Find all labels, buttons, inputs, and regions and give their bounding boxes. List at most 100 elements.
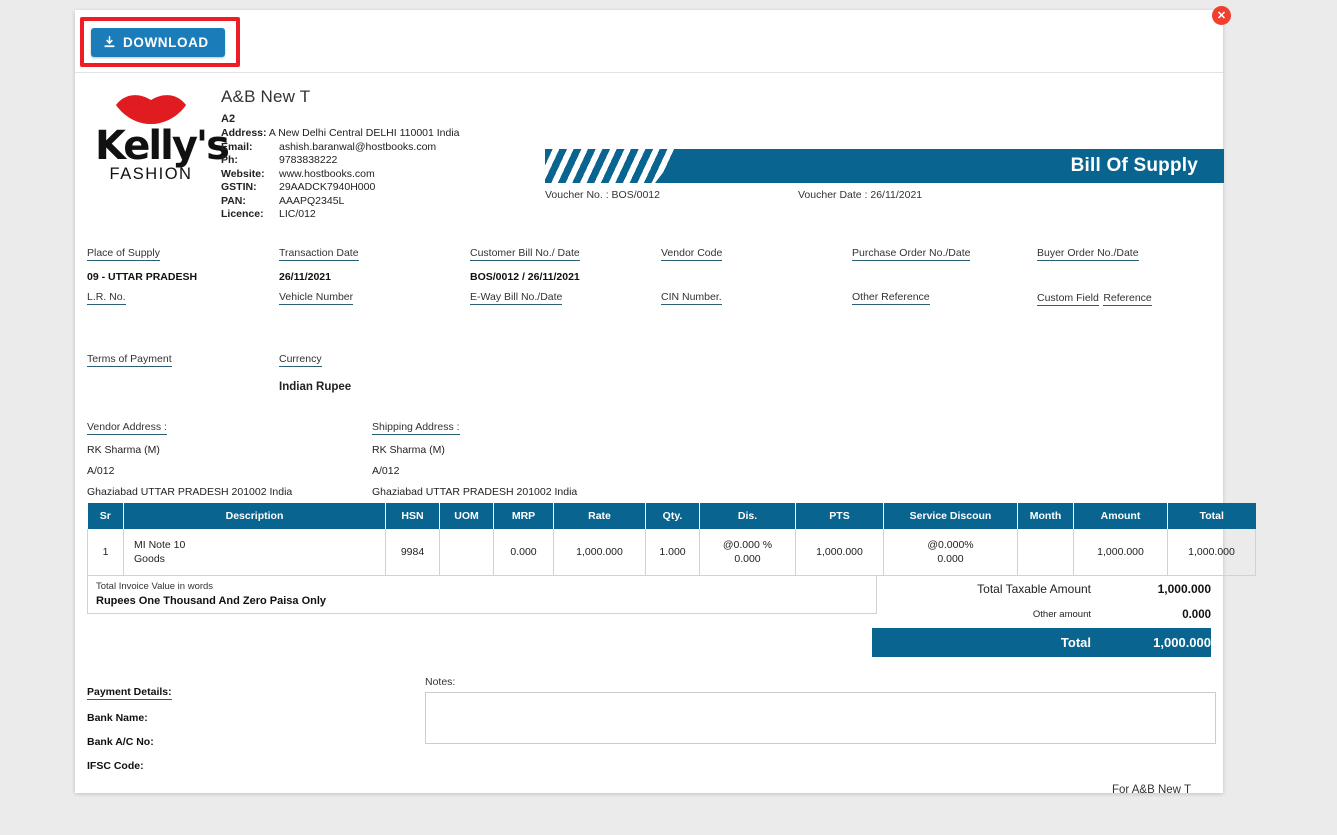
purchase-order-label: Purchase Order No./Date bbox=[852, 247, 971, 262]
field-group-buyer-order: Buyer Order No./Date Custom Field Refere… bbox=[1037, 243, 1152, 307]
other-reference-label: Other Reference bbox=[852, 291, 930, 306]
cell-description-line-1: MI Note 10 bbox=[134, 539, 186, 552]
cell-service-discount-amt: 0.000 bbox=[937, 553, 964, 566]
logo-subname: FASHION bbox=[109, 165, 193, 183]
totals-section: Total Invoice Value in words Rupees One … bbox=[87, 575, 1211, 668]
vendor-code-value bbox=[661, 271, 722, 283]
customer-bill-label: Customer Bill No./ Date bbox=[470, 247, 580, 262]
terms-of-payment-label: Terms of Payment bbox=[87, 353, 172, 368]
customer-bill-value: BOS/0012 / 26/11/2021 bbox=[470, 271, 580, 284]
lr-no-label: L.R. No. bbox=[87, 291, 126, 306]
company-field-pan: PAN: AAAPQ2345L bbox=[221, 195, 543, 208]
company-field-phone-label: Ph: bbox=[221, 154, 238, 167]
voucher-info: Voucher No. : BOS/0012 Voucher Date : 26… bbox=[545, 189, 1224, 201]
vendor-address-line-3: Ghaziabad UTTAR PRADESH 201002 India bbox=[87, 486, 293, 499]
custom-field-label: Custom Field bbox=[1037, 292, 1099, 307]
grand-total-row: Total 1,000.000 bbox=[872, 627, 1211, 657]
purchase-order-value bbox=[852, 271, 970, 283]
other-amount-value: 0.000 bbox=[1182, 608, 1211, 621]
voucher-date: Voucher Date : 26/11/2021 bbox=[798, 189, 923, 201]
cell-discount-pct: @0.000 % bbox=[722, 539, 773, 552]
other-amount-row: Other amount 0.000 bbox=[872, 602, 1211, 628]
cell-uom bbox=[439, 529, 494, 576]
currency-value: Indian Rupee bbox=[279, 381, 352, 394]
transaction-date-value: 26/11/2021 bbox=[279, 271, 331, 284]
field-group-transaction-date: Transaction Date 26/11/2021 Vehicle Numb… bbox=[279, 243, 359, 306]
company-field-gstin: GSTIN: 29AADCK7940H000 bbox=[221, 181, 543, 194]
field-group-vendor-code: Vendor Code CIN Number. bbox=[661, 243, 723, 306]
eway-bill-label: E-Way Bill No./Date bbox=[470, 291, 563, 306]
col-qty: Qty. bbox=[645, 503, 700, 530]
payment-details-title: Payment Details: bbox=[87, 685, 172, 700]
reference-label: Reference bbox=[1103, 292, 1152, 307]
col-uom: UOM bbox=[439, 503, 494, 530]
col-total: Total bbox=[1167, 503, 1256, 530]
amount-in-words-box: Total Invoice Value in words Rupees One … bbox=[87, 575, 877, 614]
cell-month bbox=[1017, 529, 1074, 576]
table-row: 1 MI Note 10 Goods 9984 0.000 1,000.000 … bbox=[87, 529, 1256, 576]
cell-mrp: 0.000 bbox=[493, 529, 554, 576]
company-field-website: Website: www.hostbooks.com bbox=[221, 168, 543, 181]
company-field-gstin-value: 29AADCK7940H000 bbox=[279, 181, 376, 194]
table-header-row: Sr Description HSN UOM MRP Rate Qty. Dis… bbox=[87, 503, 1256, 530]
col-description: Description bbox=[123, 503, 386, 530]
col-pts: PTS bbox=[795, 503, 884, 530]
grand-total-value: 1,000.000 bbox=[1153, 634, 1211, 650]
transaction-date-label: Transaction Date bbox=[279, 247, 359, 262]
company-name: A&B New T bbox=[221, 87, 311, 106]
company-field-licence: Licence: LIC/012 bbox=[221, 208, 543, 221]
company-logo: Kelly's FASHION bbox=[87, 87, 230, 221]
shipping-address-block: Shipping Address : RK Sharma (M) A/012 G… bbox=[372, 417, 577, 498]
download-button-label: DOWNLOAD bbox=[123, 35, 209, 50]
cell-total: 1,000.000 bbox=[1167, 529, 1256, 576]
shipping-address-label: Shipping Address : bbox=[372, 421, 460, 436]
total-taxable-row: Total Taxable Amount 1,000.000 bbox=[872, 576, 1211, 602]
company-field-gstin-label: GSTIN: bbox=[221, 181, 257, 194]
line-items-table: Sr Description HSN UOM MRP Rate Qty. Dis… bbox=[87, 503, 1256, 576]
company-field-email-value: ashish.baranwal@hostbooks.com bbox=[279, 141, 437, 153]
notes-box[interactable] bbox=[425, 691, 1216, 744]
cell-pts: 1,000.000 bbox=[795, 529, 884, 576]
invoice-document: Kelly's FASHION A&B New T A2 Address: A … bbox=[75, 73, 1256, 835]
col-amount: Amount bbox=[1073, 503, 1168, 530]
company-address: Address: A New Delhi Central DELHI 11000… bbox=[221, 127, 543, 139]
preview-toolbar: DOWNLOAD bbox=[75, 10, 1223, 73]
document-title: Bill Of Supply bbox=[1070, 155, 1198, 176]
grand-total-label: Total bbox=[1060, 634, 1091, 650]
payment-notes-section: Payment Details: Bank Name: Bank A/C No:… bbox=[87, 676, 1216, 774]
download-button[interactable]: DOWNLOAD bbox=[91, 28, 225, 57]
vendor-address-block: Vendor Address : RK Sharma (M) A/012 Gha… bbox=[87, 417, 292, 498]
col-service-discount: Service Discoun bbox=[883, 503, 1018, 530]
field-group-purchase-order: Purchase Order No./Date Other Reference bbox=[852, 243, 971, 306]
place-of-supply-value: 09 - UTTAR PRADESH bbox=[87, 271, 198, 284]
signature-section: For A&B New T Prepared By Checked By Aut… bbox=[87, 778, 1211, 835]
amount-in-words-value: Rupees One Thousand And Zero Paisa Only bbox=[96, 594, 327, 607]
cell-amount: 1,000.000 bbox=[1073, 529, 1168, 576]
company-sub: A2 bbox=[221, 113, 236, 125]
cell-rate: 1,000.000 bbox=[553, 529, 646, 576]
company-field-pan-value: AAAPQ2345L bbox=[279, 194, 345, 207]
company-field-phone: Ph: 9783838222 bbox=[221, 154, 543, 167]
for-company-label: For A&B New T bbox=[1111, 783, 1191, 796]
col-sr: Sr bbox=[87, 503, 124, 530]
currency-group: Currency Indian Rupee bbox=[279, 349, 351, 393]
company-details: A&B New T A2 Address: A New Delhi Centra… bbox=[213, 87, 543, 221]
company-field-licence-label: Licence: bbox=[221, 208, 264, 221]
company-field-pan-label: PAN: bbox=[221, 194, 246, 207]
voucher-number: Voucher No. : BOS/0012 bbox=[545, 189, 660, 201]
company-field-phone-value: 9783838222 bbox=[279, 154, 338, 167]
company-field-email: Email: ashish.baranwal@hostbooks.com bbox=[221, 141, 543, 154]
col-dis: Dis. bbox=[699, 503, 796, 530]
download-icon bbox=[103, 36, 116, 49]
notes-label: Notes: bbox=[425, 675, 456, 688]
vendor-code-label: Vendor Code bbox=[661, 247, 723, 262]
shipping-address-line-1: RK Sharma (M) bbox=[372, 444, 445, 457]
vendor-address-line-1: RK Sharma (M) bbox=[87, 444, 160, 457]
company-field-licence-value: LIC/012 bbox=[279, 208, 316, 221]
buyer-order-value bbox=[1037, 271, 1152, 283]
currency-label: Currency bbox=[279, 353, 322, 368]
close-icon[interactable]: ✕ bbox=[1212, 6, 1231, 25]
cell-service-discount-pct: @0.000% bbox=[927, 539, 974, 552]
col-hsn: HSN bbox=[385, 503, 440, 530]
meta-fields: Place of Supply 09 - UTTAR PRADESH L.R. … bbox=[87, 243, 1211, 327]
